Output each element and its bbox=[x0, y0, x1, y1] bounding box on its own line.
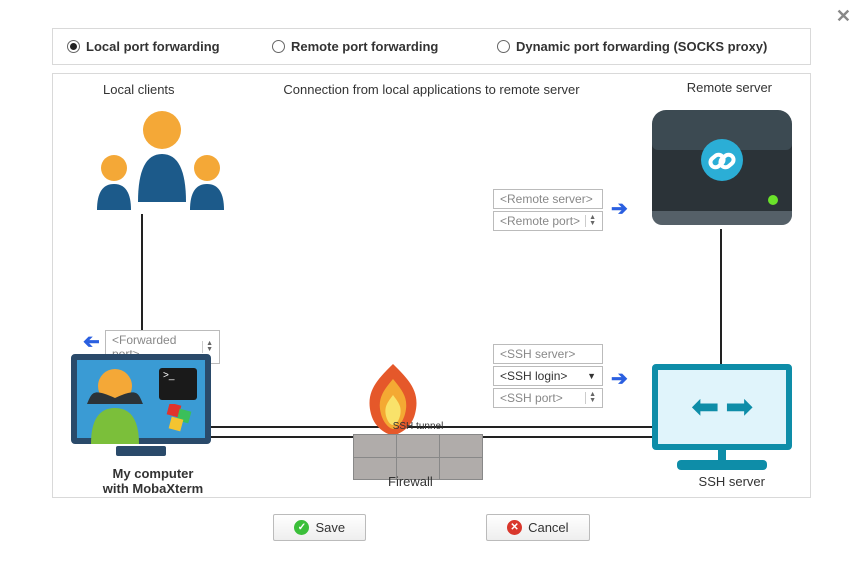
diagram-subtitle: Connection from local applications to re… bbox=[283, 82, 579, 97]
ssh-port-placeholder: <SSH port> bbox=[500, 391, 563, 405]
terminal-icon bbox=[159, 368, 197, 400]
firewall-icon: SSH tunnel bbox=[353, 359, 483, 480]
arrow-right-icon: ➡ bbox=[725, 390, 754, 424]
remote-server-input[interactable]: <Remote server> bbox=[493, 189, 603, 209]
radio-remote-label: Remote port forwarding bbox=[291, 39, 438, 54]
link-icon bbox=[700, 138, 744, 182]
radio-dot-icon bbox=[67, 40, 80, 53]
forwarding-type-group: Local port forwarding Remote port forwar… bbox=[52, 28, 811, 65]
firewall-label: Firewall bbox=[388, 474, 433, 489]
arrow-left-icon: ➡ bbox=[691, 390, 720, 424]
radio-dynamic[interactable]: Dynamic port forwarding (SOCKS proxy) bbox=[497, 39, 767, 54]
radio-dot-icon bbox=[272, 40, 285, 53]
spinner-icon[interactable]: ▲▼ bbox=[202, 341, 213, 353]
ssh-port-input[interactable]: <SSH port> ▲▼ bbox=[493, 388, 603, 408]
my-computer-label: My computer with MobaXterm bbox=[93, 466, 213, 496]
ssh-server-icon: ➡ ➡ bbox=[652, 364, 792, 470]
remote-port-placeholder: <Remote port> bbox=[500, 214, 580, 228]
diagram-area: Connection from local applications to re… bbox=[52, 73, 811, 498]
arrow-left-icon: ➔ bbox=[83, 329, 100, 354]
remote-server-placeholder: <Remote server> bbox=[500, 192, 593, 206]
app-icon bbox=[165, 404, 193, 432]
spinner-icon[interactable]: ▲▼ bbox=[585, 215, 596, 227]
ssh-server-label: SSH server bbox=[699, 474, 765, 489]
save-label: Save bbox=[315, 520, 345, 535]
x-icon: ✕ bbox=[507, 520, 522, 535]
cancel-label: Cancel bbox=[528, 520, 568, 535]
people-icon bbox=[93, 110, 228, 210]
led-icon bbox=[768, 195, 778, 205]
my-computer-icon bbox=[71, 354, 211, 456]
ssh-login-placeholder: <SSH login> bbox=[500, 369, 567, 383]
cancel-button[interactable]: ✕ Cancel bbox=[486, 514, 589, 541]
check-icon: ✓ bbox=[294, 520, 309, 535]
radio-dynamic-label: Dynamic port forwarding (SOCKS proxy) bbox=[516, 39, 767, 54]
radio-dot-icon bbox=[497, 40, 510, 53]
ssh-login-input[interactable]: <SSH login> ▼ bbox=[493, 366, 603, 386]
local-clients-label: Local clients bbox=[103, 82, 175, 97]
arrow-right-icon: ➔ bbox=[611, 196, 628, 221]
server-icon bbox=[652, 110, 792, 225]
save-button[interactable]: ✓ Save bbox=[273, 514, 366, 541]
chevron-down-icon[interactable]: ▼ bbox=[587, 371, 596, 381]
connector-line bbox=[720, 229, 722, 364]
ssh-server-placeholder: <SSH server> bbox=[500, 347, 575, 361]
remote-server-label: Remote server bbox=[687, 80, 772, 95]
arrow-right-icon: ➔ bbox=[611, 366, 628, 391]
radio-local-label: Local port forwarding bbox=[86, 39, 220, 54]
ssh-server-input[interactable]: <SSH server> bbox=[493, 344, 603, 364]
user-back-icon bbox=[85, 368, 145, 444]
close-icon[interactable]: ✕ bbox=[836, 6, 851, 27]
spinner-icon[interactable]: ▲▼ bbox=[585, 392, 596, 404]
remote-port-input[interactable]: <Remote port> ▲▼ bbox=[493, 211, 603, 231]
radio-remote[interactable]: Remote port forwarding bbox=[272, 39, 497, 54]
radio-local[interactable]: Local port forwarding bbox=[67, 39, 272, 54]
ssh-tunnel-label: SSH tunnel bbox=[393, 421, 444, 432]
